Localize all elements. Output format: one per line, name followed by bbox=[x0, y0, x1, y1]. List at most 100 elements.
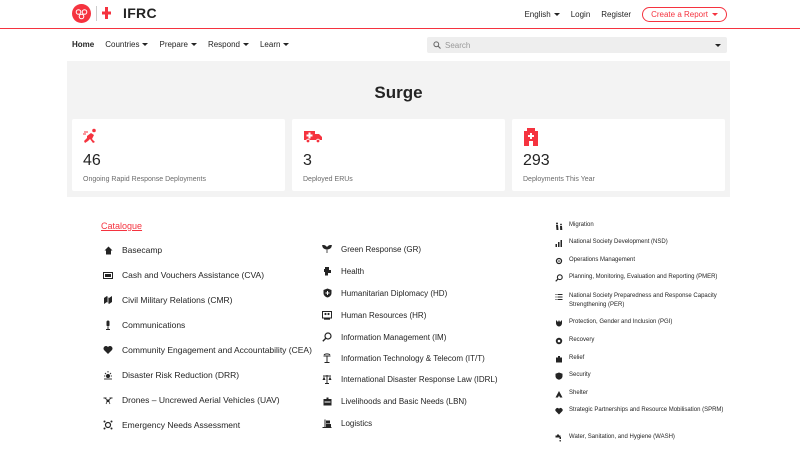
catalogue-item-nsd[interactable]: National Society Development (NSD) bbox=[555, 238, 730, 247]
ambulance-icon bbox=[304, 131, 322, 144]
register-link[interactable]: Register bbox=[601, 10, 631, 19]
catalogue-item-operations[interactable]: Operations Management bbox=[555, 256, 730, 265]
magnifier-icon bbox=[555, 274, 563, 282]
catalogue-item-ena[interactable]: Emergency Needs Assessment bbox=[103, 420, 240, 430]
nav-home[interactable]: Home bbox=[72, 40, 94, 49]
catalogue-item-basecamp[interactable]: Basecamp bbox=[103, 245, 162, 255]
catalogue-item-logistics[interactable]: Logistics bbox=[322, 418, 372, 428]
security-icon bbox=[555, 372, 563, 380]
login-link[interactable]: Login bbox=[571, 10, 591, 19]
recovery-icon bbox=[555, 337, 563, 345]
catalogue-item-label: Logistics bbox=[341, 418, 373, 428]
stat-value: 293 bbox=[523, 152, 550, 169]
stat-card-deployments-year: 293 Deployments This Year bbox=[512, 119, 725, 191]
stat-card-deployed-erus: 3 Deployed ERUs bbox=[292, 119, 505, 191]
cash-icon bbox=[103, 270, 113, 280]
nav-countries[interactable]: Countries bbox=[105, 40, 149, 49]
catalogue-item-label: Human Resources (HR) bbox=[341, 310, 427, 320]
relief-icon bbox=[555, 355, 563, 363]
create-report-label: Create a Report bbox=[651, 10, 708, 19]
chevron-down-icon bbox=[712, 13, 718, 16]
hospital-icon bbox=[524, 128, 538, 146]
catalogue-item-itt[interactable]: Information Technology & Telecom (IT/T) bbox=[322, 353, 485, 363]
nav-label: Home bbox=[72, 40, 95, 49]
catalogue-item-label: Strategic Partnerships and Resource Mobi… bbox=[569, 407, 724, 413]
catalogue-item-lbn[interactable]: Livelihoods and Basic Needs (LBN) bbox=[322, 396, 467, 406]
search-dropdown-icon[interactable] bbox=[715, 43, 721, 47]
chevron-down-icon bbox=[190, 43, 197, 46]
catalogue-item-cva[interactable]: Cash and Vouchers Assistance (CVA) bbox=[103, 270, 264, 280]
create-report-button[interactable]: Create a Report bbox=[642, 7, 727, 22]
catalogue-item-per[interactable]: National Society Preparedness and Respon… bbox=[555, 292, 730, 310]
catalogue-item-uav[interactable]: Drones – Uncrewed Aerial Vehicles (UAV) bbox=[103, 395, 280, 405]
catalogue-item-hr[interactable]: Human Resources (HR) bbox=[322, 310, 426, 320]
health-icon bbox=[322, 266, 332, 276]
catalogue-item-health[interactable]: Health bbox=[322, 266, 364, 276]
catalogue-item-pgi[interactable]: Protection, Gender and Inclusion (PGI) bbox=[555, 318, 730, 327]
catalogue-item-label: Humanitarian Diplomacy (HD) bbox=[341, 288, 448, 298]
antenna-icon bbox=[322, 353, 332, 363]
brand-name[interactable]: IFRC bbox=[123, 5, 157, 21]
surge-hero: Surge 46 Ongoing Rapid Response Deployme… bbox=[67, 61, 730, 197]
nav-learn[interactable]: Learn bbox=[259, 40, 290, 49]
catalogue-item-green-response[interactable]: Green Response (GR) bbox=[322, 244, 421, 254]
chevron-down-icon bbox=[242, 43, 249, 46]
catalogue-item-recovery[interactable]: Recovery bbox=[555, 336, 730, 345]
catalogue-link[interactable]: Catalogue bbox=[101, 221, 142, 231]
catalogue-item-label: Recovery bbox=[569, 337, 595, 343]
catalogue-item-hd[interactable]: Humanitarian Diplomacy (HD) bbox=[322, 288, 447, 298]
catalogue-item-label: International Disaster Response Law (IDR… bbox=[341, 374, 498, 384]
catalogue-item-label: Security bbox=[569, 372, 591, 378]
growth-icon bbox=[555, 239, 563, 247]
stat-card-rapid-response: 46 Ongoing Rapid Response Deployments bbox=[72, 119, 285, 191]
catalogue-item-label: Migration bbox=[569, 222, 594, 228]
catalogue-item-label: Basecamp bbox=[122, 245, 163, 255]
stat-label: Deployed ERUs bbox=[303, 176, 353, 183]
catalogue-item-idrl[interactable]: International Disaster Response Law (IDR… bbox=[322, 374, 498, 384]
logistics-icon bbox=[322, 418, 332, 428]
catalogue-item-label: Disaster Risk Reduction (DRR) bbox=[122, 370, 240, 380]
catalogue-item-wash[interactable]: Water, Sanitation, and Hygiene (WASH) bbox=[555, 433, 730, 442]
catalogue-item-label: Civil Military Relations (CMR) bbox=[122, 295, 233, 305]
shield-icon bbox=[322, 288, 332, 298]
catalogue-item-label: Information Technology & Telecom (IT/T) bbox=[341, 353, 485, 363]
nav-prepare[interactable]: Prepare bbox=[159, 40, 197, 49]
catalogue-item-label: National Society Development (NSD) bbox=[569, 239, 668, 245]
stat-label: Deployments This Year bbox=[523, 176, 595, 183]
nav-respond[interactable]: Respond bbox=[208, 40, 249, 49]
heart-hand-icon bbox=[103, 345, 113, 355]
catalogue-item-shelter[interactable]: Shelter bbox=[555, 389, 730, 398]
catalogue-item-communications[interactable]: Communications bbox=[103, 320, 185, 330]
nav-label: Learn bbox=[259, 40, 281, 49]
catalogue-item-label: Cash and Vouchers Assistance (CVA) bbox=[122, 270, 265, 280]
shelter-icon bbox=[555, 390, 563, 398]
catalogue-item-pmer[interactable]: Planning, Monitoring, Evaluation and Rep… bbox=[555, 273, 730, 282]
catalogue-item-label: Water, Sanitation, and Hygiene (WASH) bbox=[569, 434, 675, 440]
catalogue-item-cea[interactable]: Community Engagement and Accountability … bbox=[103, 345, 312, 355]
catalogue-item-label: Communications bbox=[122, 320, 186, 330]
top-bar: IFRC English Login Register Create a Rep… bbox=[0, 0, 800, 29]
catalogue-item-label: Drones – Uncrewed Aerial Vehicles (UAV) bbox=[122, 395, 280, 405]
catalogue-item-im[interactable]: Information Management (IM) bbox=[322, 332, 446, 342]
nav-label: Countries bbox=[105, 40, 140, 49]
house-icon bbox=[103, 245, 113, 255]
catalogue-item-label: Planning, Monitoring, Evaluation and Rep… bbox=[569, 274, 718, 280]
rapid-response-icon bbox=[83, 128, 96, 143]
catalogue-item-cmr[interactable]: Civil Military Relations (CMR) bbox=[103, 295, 233, 305]
magnifier-icon bbox=[322, 332, 332, 342]
catalogue-item-drr[interactable]: Disaster Risk Reduction (DRR) bbox=[103, 370, 239, 380]
microphone-icon bbox=[103, 320, 113, 330]
search-icon bbox=[433, 41, 441, 49]
catalogue-item-relief[interactable]: Relief bbox=[555, 354, 730, 363]
search-input[interactable] bbox=[445, 40, 711, 50]
catalogue-item-migration[interactable]: Migration bbox=[555, 221, 730, 230]
ifrc-emblem-logo[interactable] bbox=[72, 4, 91, 23]
catalogue-item-security[interactable]: Security bbox=[555, 371, 730, 380]
assessment-icon bbox=[103, 420, 113, 430]
stat-value: 3 bbox=[303, 152, 312, 169]
box-icon bbox=[322, 396, 332, 406]
language-selector[interactable]: English bbox=[524, 10, 560, 19]
catalogue-item-sprm[interactable]: Strategic Partnerships and Resource Mobi… bbox=[555, 406, 730, 415]
catalogue-item-label: Operations Management bbox=[569, 257, 636, 263]
people-icon bbox=[322, 310, 332, 320]
